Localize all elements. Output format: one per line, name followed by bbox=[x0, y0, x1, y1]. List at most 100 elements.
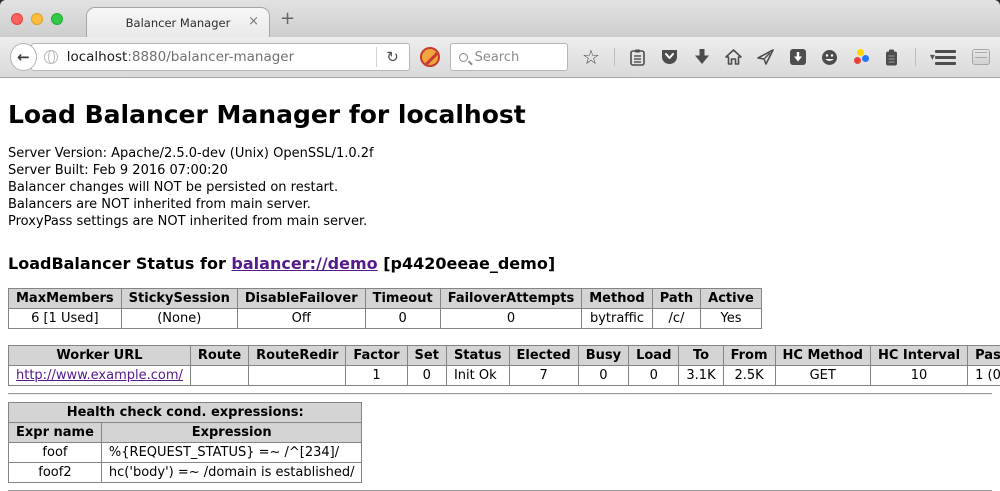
server-info: Server Version: Apache/2.5.0-dev (Unix) … bbox=[8, 145, 992, 230]
balancer-heading: LoadBalancer Status for balancer://demo … bbox=[8, 254, 992, 273]
send-to-device-icon[interactable] bbox=[757, 48, 775, 66]
cell-expression: hc('body') =~ /domain is established/ bbox=[101, 463, 362, 483]
cell-from: 2.5K bbox=[723, 366, 775, 386]
col-status: Status bbox=[446, 346, 509, 366]
tab-balancer-manager[interactable]: Balancer Manager × bbox=[86, 7, 270, 37]
col-elected: Elected bbox=[509, 346, 578, 366]
col-to: To bbox=[679, 346, 723, 366]
cell-method: bytraffic bbox=[582, 309, 652, 329]
page-title: Load Balancer Manager for localhost bbox=[8, 78, 992, 129]
table-row: foof2 hc('body') =~ /domain is establish… bbox=[9, 463, 362, 483]
pocket-icon[interactable] bbox=[661, 48, 679, 66]
persist-note-line: Balancer changes will NOT be persisted o… bbox=[8, 179, 992, 196]
server-built-line: Server Built: Feb 9 2016 07:00:20 bbox=[8, 162, 992, 179]
col-path: Path bbox=[652, 289, 700, 309]
col-factor: Factor bbox=[346, 346, 407, 366]
window-zoom-button[interactable] bbox=[51, 13, 63, 25]
col-expr-name: Expr name bbox=[9, 423, 102, 443]
back-icon: ← bbox=[17, 48, 30, 66]
table-row: http://www.example.com/ 1 0 Init Ok 7 0 … bbox=[9, 366, 1000, 386]
cell-elected: 7 bbox=[509, 366, 578, 386]
balancer-heading-prefix: LoadBalancer Status for bbox=[8, 254, 231, 273]
table-row: foof %{REQUEST_STATUS} =~ /^[234]/ bbox=[9, 443, 362, 463]
cell-to: 3.1K bbox=[679, 366, 723, 386]
col-route: Route bbox=[190, 346, 248, 366]
navigation-toolbar: ← localhost:8880/balancer-manager ↻ Sear… bbox=[0, 37, 1000, 78]
tab-title: Balancer Manager bbox=[126, 16, 231, 30]
bookmark-star-icon[interactable]: ☆ bbox=[582, 48, 600, 66]
url-host: localhost bbox=[67, 49, 128, 65]
col-hc-interval: HC Interval bbox=[870, 346, 967, 366]
worker-status-table: Worker URL Route RouteRedir Factor Set S… bbox=[8, 345, 1000, 386]
table-row: 6 [1 Used] (None) Off 0 0 bytraffic /c/ … bbox=[9, 309, 762, 329]
cell-worker-url: http://www.example.com/ bbox=[9, 366, 191, 386]
cell-stickysession: (None) bbox=[121, 309, 237, 329]
reload-button[interactable]: ↻ bbox=[377, 48, 409, 66]
home-icon[interactable] bbox=[725, 48, 743, 66]
cell-hc-method: GET bbox=[775, 366, 870, 386]
tab-close-icon[interactable]: × bbox=[248, 15, 259, 29]
col-set: Set bbox=[407, 346, 446, 366]
window-minimize-button[interactable] bbox=[31, 13, 43, 25]
cell-factor: 1 bbox=[346, 366, 407, 386]
col-worker-url: Worker URL bbox=[9, 346, 191, 366]
toolbar-divider bbox=[614, 48, 615, 66]
col-hc-method: HC Method bbox=[775, 346, 870, 366]
col-active: Active bbox=[701, 289, 762, 309]
window-controls bbox=[11, 13, 63, 25]
cell-failoverattempts: 0 bbox=[440, 309, 582, 329]
col-passes: Passes bbox=[968, 346, 1000, 366]
reading-list-icon[interactable] bbox=[629, 48, 647, 66]
cell-busy: 0 bbox=[578, 366, 628, 386]
table-header-row: Expr name Expression bbox=[9, 423, 362, 443]
cell-expression: %{REQUEST_STATUS} =~ /^[234]/ bbox=[101, 443, 362, 463]
downloads-icon[interactable] bbox=[693, 48, 711, 66]
balancer-status-table: MaxMembers StickySession DisableFailover… bbox=[8, 288, 762, 329]
window-close-button[interactable] bbox=[11, 13, 23, 25]
download-manager-icon[interactable] bbox=[789, 48, 807, 66]
url-bar[interactable]: localhost:8880/balancer-manager ↻ bbox=[31, 43, 410, 71]
toolbar-icons: ☆ bbox=[582, 48, 935, 66]
cell-set: 0 bbox=[407, 366, 446, 386]
cell-expr-name: foof bbox=[9, 443, 102, 463]
globe-icon bbox=[44, 50, 58, 64]
cell-routeredir bbox=[249, 366, 346, 386]
cell-hc-interval: 10 bbox=[870, 366, 967, 386]
cell-maxmembers: 6 [1 Used] bbox=[9, 309, 122, 329]
battery-extension-icon[interactable] bbox=[883, 48, 901, 66]
health-check-table: Health check cond. expressions: Expr nam… bbox=[8, 402, 362, 483]
keyboard-grid-icon[interactable] bbox=[972, 49, 990, 65]
cell-timeout: 0 bbox=[365, 309, 440, 329]
table-header-row: MaxMembers StickySession DisableFailover… bbox=[9, 289, 762, 309]
back-button[interactable]: ← bbox=[10, 43, 37, 71]
server-version-line: Server Version: Apache/2.5.0-dev (Unix) … bbox=[8, 145, 992, 162]
emoji-smiley-icon[interactable] bbox=[821, 48, 839, 66]
search-placeholder: Search bbox=[475, 50, 520, 65]
cell-status: Init Ok bbox=[446, 366, 509, 386]
col-failoverattempts: FailoverAttempts bbox=[440, 289, 582, 309]
col-load: Load bbox=[629, 346, 679, 366]
col-stickysession: StickySession bbox=[121, 289, 237, 309]
col-disablefailover: DisableFailover bbox=[237, 289, 365, 309]
search-input[interactable]: Search bbox=[450, 43, 568, 71]
colored-dots-extension-icon[interactable] bbox=[853, 49, 869, 65]
cell-active: Yes bbox=[701, 309, 762, 329]
col-busy: Busy bbox=[578, 346, 628, 366]
inherit-note-line: Balancers are NOT inherited from main se… bbox=[8, 196, 992, 213]
section-divider bbox=[8, 393, 992, 395]
content-blocker-icon[interactable] bbox=[420, 47, 440, 67]
menu-icon[interactable] bbox=[935, 50, 956, 65]
browser-window: Balancer Manager × + ← localhost:8880/ba… bbox=[0, 0, 1000, 491]
cell-route bbox=[190, 366, 248, 386]
table-title-row: Health check cond. expressions: bbox=[9, 403, 362, 423]
new-tab-button[interactable]: + bbox=[280, 8, 295, 29]
url-text[interactable]: localhost:8880/balancer-manager bbox=[67, 49, 376, 65]
balancer-demo-link[interactable]: balancer://demo bbox=[231, 254, 377, 273]
page-content: Load Balancer Manager for localhost Serv… bbox=[0, 78, 1000, 491]
col-method: Method bbox=[582, 289, 652, 309]
col-from: From bbox=[723, 346, 775, 366]
worker-url-link[interactable]: http://www.example.com/ bbox=[16, 368, 183, 383]
tab-bar: Balancer Manager × + bbox=[0, 0, 1000, 37]
cell-passes: 1 (0) bbox=[968, 366, 1000, 386]
col-routeredir: RouteRedir bbox=[249, 346, 346, 366]
